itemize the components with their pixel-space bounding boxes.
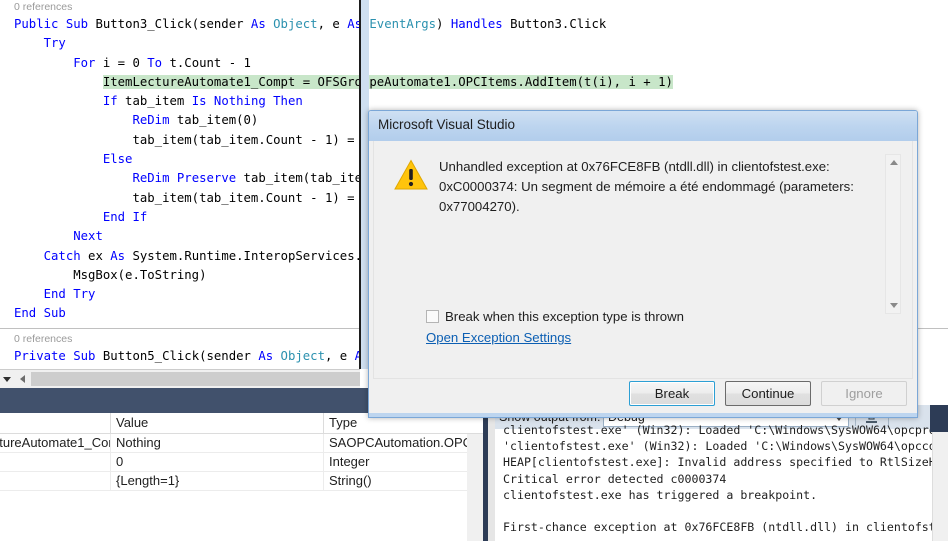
code-line[interactable]: Try bbox=[0, 34, 948, 53]
break-on-exception-row[interactable]: Break when this exception type is thrown bbox=[426, 309, 684, 324]
dialog-title: Microsoft Visual Studio bbox=[378, 117, 516, 132]
warning-icon bbox=[394, 159, 428, 191]
code-line[interactable]: ItemLectureAutomate1_Compt = OFSGroupeAu… bbox=[0, 73, 948, 92]
output-line: clientofstest.exe has triggered a breakp… bbox=[503, 487, 818, 502]
dialog-titlebar: Microsoft Visual Studio bbox=[369, 111, 917, 141]
output-line: HEAP[clientofstest.exe]: Invalid address… bbox=[503, 455, 932, 470]
locals-vertical-scrollbar[interactable] bbox=[467, 434, 483, 541]
scroll-left-icon[interactable] bbox=[14, 370, 31, 388]
cell-name bbox=[0, 472, 111, 490]
scroll-down-icon[interactable] bbox=[890, 303, 898, 308]
cell-value: 0 bbox=[111, 453, 324, 471]
open-exception-settings-link[interactable]: Open Exception Settings bbox=[426, 330, 571, 345]
column-header-value[interactable]: Value bbox=[111, 413, 324, 433]
cell-name: ItemLectureAutomate1_Compt bbox=[0, 434, 111, 452]
exception-dialog: Microsoft Visual Studio Unhandled except… bbox=[368, 110, 918, 418]
output-line: Critical error detected c0000374 bbox=[503, 471, 727, 486]
dialog-body: Unhandled exception at 0x76FCE8FB (ntdll… bbox=[373, 141, 913, 379]
dialog-message: Unhandled exception at 0x76FCE8FB (ntdll… bbox=[439, 159, 854, 214]
code-line[interactable]: For i = 0 To t.Count - 1 bbox=[0, 54, 948, 73]
table-row[interactable]: 0 Integer bbox=[0, 453, 500, 472]
break-button[interactable]: Break bbox=[629, 381, 715, 406]
output-right-corner bbox=[930, 405, 948, 432]
output-line: 'clientofstest.exe' (Win32): Loaded 'C:\… bbox=[503, 439, 932, 454]
code-line[interactable]: If tab_item Is Nothing Then bbox=[0, 92, 948, 111]
cell-value: Nothing bbox=[111, 434, 324, 452]
table-row[interactable]: ItemLectureAutomate1_ComptNothingSAOPCAu… bbox=[0, 434, 500, 453]
editor-hscroll-thumb[interactable] bbox=[31, 372, 360, 386]
dialog-message-scrollbar[interactable] bbox=[885, 154, 901, 314]
editor-horizontal-scrollbar[interactable] bbox=[0, 369, 360, 388]
output-line: First-chance exception at 0x76FCE8FB (nt… bbox=[503, 520, 932, 534]
table-row[interactable]: {Length=1} String() bbox=[0, 472, 500, 491]
break-on-exception-checkbox[interactable] bbox=[426, 310, 439, 323]
scroll-up-icon[interactable] bbox=[890, 160, 898, 165]
dialog-button-bar: Break Continue Ignore bbox=[369, 379, 917, 417]
dialog-bottom-edge bbox=[369, 413, 917, 417]
break-on-exception-label: Break when this exception type is thrown bbox=[445, 309, 684, 324]
column-header-name[interactable]: Name bbox=[0, 413, 111, 433]
codelens-references[interactable]: 0 references bbox=[0, 0, 948, 15]
output-text[interactable]: clientofstest.exe' (Win32): Loaded 'C:\W… bbox=[495, 422, 932, 534]
cell-value: {Length=1} bbox=[111, 472, 324, 490]
editor-scroll-options-icon[interactable] bbox=[0, 370, 14, 388]
output-vertical-scrollbar[interactable] bbox=[932, 429, 948, 541]
continue-button[interactable]: Continue bbox=[725, 381, 811, 406]
current-statement-highlight: ItemLectureAutomate1_Compt = OFSGroupeAu… bbox=[102, 74, 673, 89]
code-line[interactable]: Public Sub Button3_Click(sender As Objec… bbox=[0, 15, 948, 34]
visual-studio-window: 0 references Public Sub Button3_Click(sen… bbox=[0, 0, 948, 541]
output-window: Show output from: Debug clientofstest.ex… bbox=[495, 405, 948, 541]
cell-name bbox=[0, 453, 111, 471]
ignore-button: Ignore bbox=[821, 381, 907, 406]
output-line: clientofstest.exe' (Win32): Loaded 'C:\W… bbox=[503, 423, 932, 437]
